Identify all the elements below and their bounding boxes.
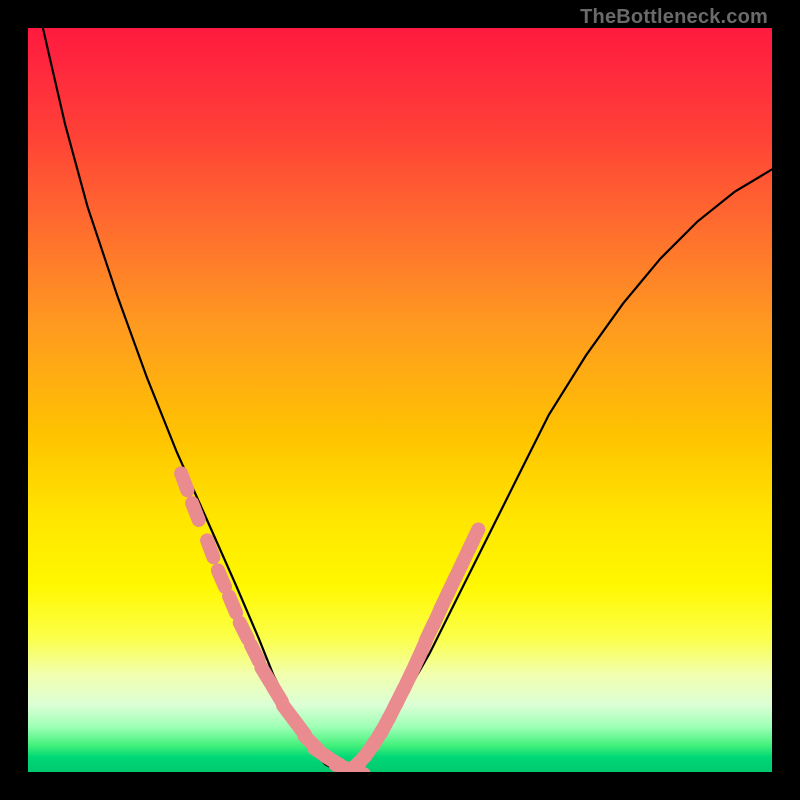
left-marker-cluster — [181, 473, 364, 772]
marker-pill — [240, 623, 248, 639]
marker-pill — [192, 503, 199, 520]
bottleneck-curve — [43, 28, 772, 772]
marker-pill — [181, 473, 187, 490]
plot-area — [28, 28, 772, 772]
marker-pill — [251, 645, 259, 661]
chart-frame: TheBottleneck.com — [0, 0, 800, 800]
marker-pill — [218, 570, 225, 587]
watermark-text: TheBottleneck.com — [580, 6, 768, 29]
marker-pill — [471, 530, 479, 546]
curve-layer — [28, 28, 772, 772]
marker-pill — [229, 596, 236, 613]
right-marker-cluster — [349, 530, 478, 773]
marker-pill — [207, 540, 213, 557]
